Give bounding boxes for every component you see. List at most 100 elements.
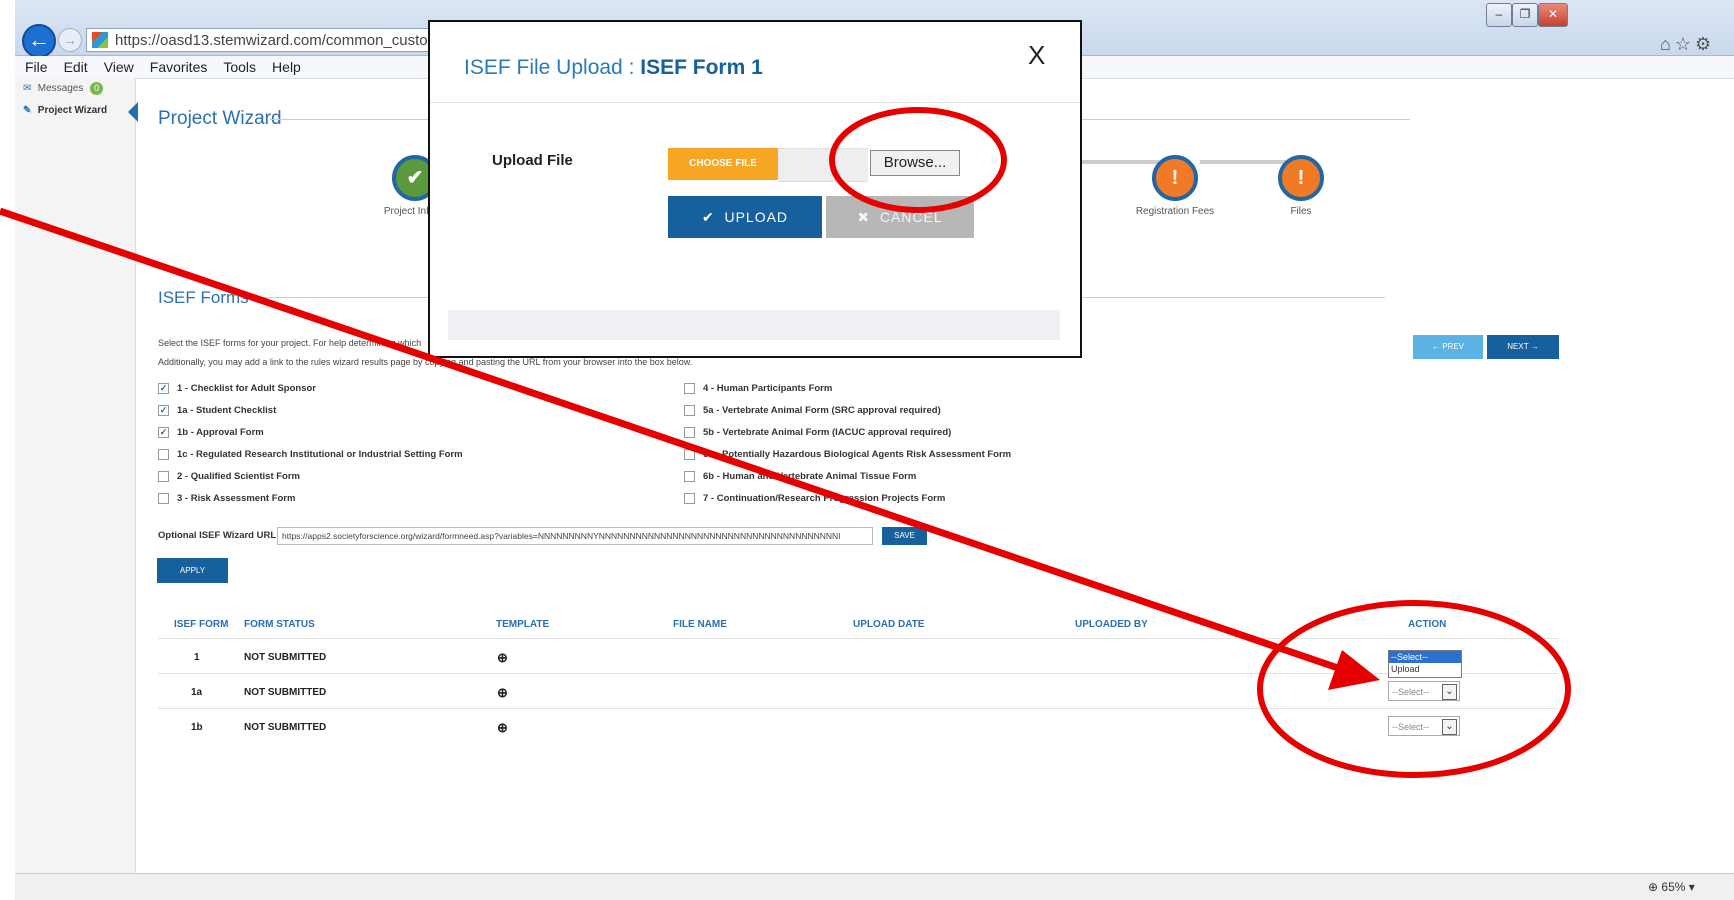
step-warning-exclamation-icon[interactable]: ! — [1152, 155, 1198, 201]
sidebar-item-messages[interactable]: ✉ Messages 0 — [15, 78, 135, 100]
checkbox[interactable] — [684, 382, 695, 394]
isef-forms-title: ISEF Forms — [158, 288, 249, 307]
chevron-down-icon[interactable]: ⌄ — [1442, 719, 1457, 735]
checkbox-checked[interactable]: ✓ — [158, 426, 169, 438]
step-label-registration-fees: Registration Fees — [1135, 206, 1215, 217]
sidebar-collapse-icon[interactable] — [128, 102, 138, 122]
cancel-button[interactable]: ✖ CANCEL — [826, 196, 974, 238]
checkbox-checked[interactable]: ✓ — [158, 382, 169, 394]
table-cell-form: 1a — [191, 687, 203, 698]
save-button[interactable]: SAVE — [882, 527, 927, 545]
form-checkbox-row[interactable]: 1c - Regulated Research Institutional or… — [158, 448, 463, 470]
form-label: 5b - Vertebrate Animal Form (IACUC appro… — [703, 427, 952, 438]
browse-button[interactable]: Browse... — [870, 150, 960, 176]
col-header-file-name: FILE NAME — [673, 619, 727, 630]
checkbox[interactable] — [684, 426, 695, 438]
menu-help[interactable]: Help — [272, 59, 301, 75]
action-select[interactable]: --Select-- ⌄ — [1388, 716, 1460, 736]
edit-icon: ✎ — [23, 105, 32, 116]
close-icon[interactable]: X — [1028, 40, 1045, 71]
checkbox[interactable] — [158, 492, 169, 504]
step-connector — [1200, 160, 1290, 164]
download-template-icon[interactable]: ⊕ — [497, 685, 508, 701]
dropdown-option-select[interactable]: --Select-- — [1389, 651, 1461, 663]
isef-intro-text: Select the ISEF forms for your project. … — [158, 338, 422, 348]
next-button[interactable]: NEXT → — [1487, 335, 1559, 359]
form-label: 6b - Human and Vertebrate Animal Tissue … — [703, 471, 917, 482]
checkbox-checked[interactable]: ✓ — [158, 404, 169, 416]
checkbox[interactable] — [158, 448, 169, 460]
form-checkbox-row[interactable]: 6a - Potentially Hazardous Biological Ag… — [684, 448, 1011, 470]
dropdown-option-upload[interactable]: Upload — [1389, 663, 1461, 675]
sidebar-item-project-wizard[interactable]: ✎ Project Wizard — [15, 100, 135, 122]
messages-count-badge: 0 — [90, 82, 104, 95]
right-forms-list: 4 - Human Participants Form 5a - Vertebr… — [684, 382, 1011, 514]
checkbox[interactable] — [684, 470, 695, 482]
form-label: 1b - Approval Form — [177, 427, 264, 438]
form-label: 1 - Checklist for Adult Sponsor — [177, 383, 316, 394]
action-select-open[interactable]: --Select-- Upload — [1388, 650, 1462, 678]
minimize-window-button[interactable]: – — [1486, 3, 1512, 27]
restore-window-button[interactable]: ❐ — [1512, 3, 1538, 27]
col-header-isef-form: ISEF FORM — [174, 619, 229, 630]
form-checkbox-row[interactable]: 2 - Qualified Scientist Form — [158, 470, 463, 492]
modal-title: ISEF File Upload : ISEF Form 1 — [464, 56, 763, 80]
prev-button[interactable]: ← PREV — [1413, 335, 1483, 359]
chevron-down-icon[interactable]: ⌄ — [1442, 684, 1457, 700]
form-checkbox-row[interactable]: 3 - Risk Assessment Form — [158, 492, 463, 514]
form-checkbox-row[interactable]: 4 - Human Participants Form — [684, 382, 1011, 404]
choose-file-button[interactable]: CHOOSE FILE — [668, 148, 778, 180]
close-window-button[interactable]: ✕ — [1538, 3, 1568, 27]
checkbox[interactable] — [684, 448, 695, 460]
form-checkbox-row[interactable]: 5b - Vertebrate Animal Form (IACUC appro… — [684, 426, 1011, 448]
apply-button[interactable]: APPLY — [157, 558, 228, 583]
col-header-upload-date: UPLOAD DATE — [853, 619, 925, 630]
form-checkbox-row[interactable]: ✓ 1a - Student Checklist — [158, 404, 463, 426]
menu-view[interactable]: View — [104, 59, 134, 75]
checkbox[interactable] — [158, 470, 169, 482]
wizard-url-label: Optional ISEF Wizard URL: — [158, 530, 280, 541]
col-header-action: ACTION — [1408, 619, 1447, 630]
checkbox[interactable] — [684, 404, 695, 416]
upload-modal: ISEF File Upload : ISEF Form 1 X Upload … — [428, 20, 1082, 358]
zoom-level[interactable]: ⊕ 65% ▾ — [1648, 880, 1695, 894]
upload-file-label: Upload File — [492, 152, 573, 169]
menu-edit[interactable]: Edit — [64, 59, 88, 75]
download-template-icon[interactable]: ⊕ — [497, 650, 508, 666]
left-forms-list: ✓ 1 - Checklist for Adult Sponsor ✓ 1a - S… — [158, 382, 463, 514]
action-select[interactable]: --Select-- ⌄ — [1388, 681, 1460, 701]
form-checkbox-row[interactable]: 6b - Human and Vertebrate Animal Tissue … — [684, 470, 1011, 492]
form-checkbox-row[interactable]: 5a - Vertebrate Animal Form (SRC approva… — [684, 404, 1011, 426]
favorites-star-icon[interactable]: ☆ — [1675, 34, 1695, 54]
form-label: 6a - Potentially Hazardous Biological Ag… — [703, 449, 1012, 460]
table-cell-form: 1 — [194, 652, 200, 663]
select-value: --Select-- — [1392, 722, 1430, 732]
annotation-arrowhead — [1328, 650, 1380, 690]
table-divider — [158, 638, 1558, 639]
home-icon[interactable]: ⌂ — [1660, 34, 1675, 54]
form-label: 7 - Continuation/Research Progression Pr… — [703, 493, 946, 504]
step-warning-exclamation-icon[interactable]: ! — [1278, 155, 1324, 201]
menu-tools[interactable]: Tools — [223, 59, 256, 75]
file-path-field[interactable] — [778, 148, 868, 182]
status-bar — [15, 873, 1734, 900]
form-checkbox-row[interactable]: ✓ 1 - Checklist for Adult Sponsor — [158, 382, 463, 404]
menu-file[interactable]: File — [25, 59, 48, 75]
sidebar-item-label: Project Wizard — [37, 105, 108, 116]
upload-button[interactable]: ✔ UPLOAD — [668, 196, 822, 238]
modal-title-form: ISEF Form 1 — [640, 56, 763, 79]
menu-favorites[interactable]: Favorites — [150, 59, 208, 75]
form-checkbox-row[interactable]: 7 - Continuation/Research Progression Pr… — [684, 492, 1011, 514]
close-x-icon: ✖ — [857, 209, 871, 225]
checkbox[interactable] — [684, 492, 695, 504]
table-cell-status: NOT SUBMITTED — [244, 722, 327, 733]
download-template-icon[interactable]: ⊕ — [497, 720, 508, 736]
table-row-divider — [158, 673, 1558, 674]
col-header-form-status: FORM STATUS — [244, 619, 315, 630]
check-icon: ✔ — [701, 209, 715, 225]
forward-arrow-icon[interactable]: → — [58, 28, 82, 52]
back-arrow-icon[interactable]: ← — [22, 24, 56, 58]
settings-gear-icon[interactable]: ⚙ — [1695, 34, 1715, 54]
wizard-url-input[interactable] — [277, 527, 873, 545]
form-checkbox-row[interactable]: ✓ 1b - Approval Form — [158, 426, 463, 448]
